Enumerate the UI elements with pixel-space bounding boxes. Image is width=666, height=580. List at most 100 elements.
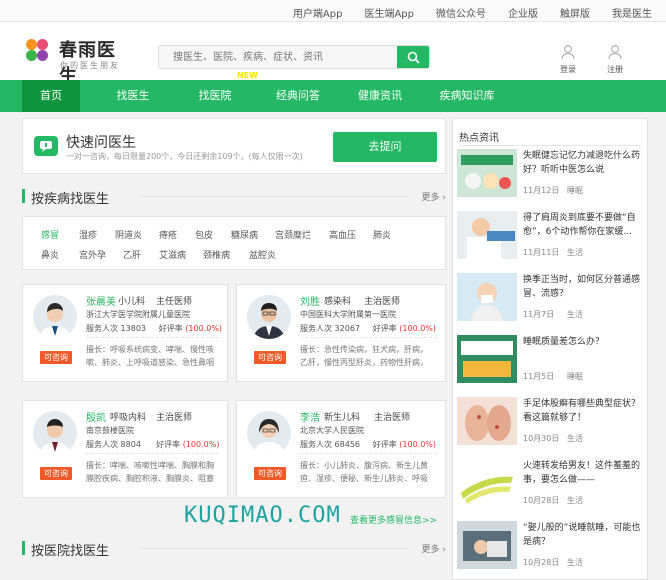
doctor-hospital: 南京鼓楼医院 bbox=[86, 426, 134, 435]
section-title: 按医院找医生 bbox=[31, 544, 110, 559]
rate-label: 好评率 bbox=[372, 440, 397, 449]
disease-tag[interactable]: 肺炎 bbox=[373, 228, 391, 241]
news-item[interactable]: 换季正当时，如何区分普通感冒、流感？ 11月7日 生活 bbox=[457, 273, 645, 331]
disease-tag[interactable]: 感冒 bbox=[41, 228, 59, 241]
disease-tag[interactable]: 乙肝 bbox=[123, 248, 141, 261]
news-category: 睡眠 bbox=[567, 372, 583, 381]
disease-tag[interactable]: 艾滋病 bbox=[159, 248, 186, 261]
disease-tag[interactable]: 包皮 bbox=[195, 228, 213, 241]
disease-tag[interactable]: 阴道炎 bbox=[115, 228, 142, 241]
news-item[interactable]: 得了肩周炎到底要不要做“自愈”，6个动作帮你在家缓... 11月11日 生活 bbox=[457, 211, 645, 269]
rate-label: 好评率 bbox=[372, 324, 397, 333]
news-category: 生活 bbox=[567, 248, 583, 257]
doctor-card[interactable]: 可咨询 刘胜 感染科 主治医师 中国医科大学附属第一医院 服务人次 32067 … bbox=[236, 284, 446, 382]
chevron-right-icon: › bbox=[442, 193, 446, 203]
disease-tag[interactable]: 宫外孕 bbox=[79, 248, 106, 261]
section-divider bbox=[140, 548, 410, 549]
logo-slogan: 你的医生朋友 bbox=[60, 61, 120, 70]
disease-tag[interactable]: 宫颈糜烂 bbox=[275, 228, 311, 241]
doctor-stats: 服务人次 32067 好评率 (100.0%) bbox=[300, 323, 436, 334]
doctor-avatar bbox=[33, 411, 77, 455]
news-date: 10月28日 bbox=[523, 496, 560, 505]
news-date: 10月30日 bbox=[523, 434, 560, 443]
nav-qa[interactable]: 经典问答 bbox=[264, 80, 332, 112]
rate-label: 好评率 bbox=[156, 440, 181, 449]
card-divider bbox=[300, 337, 437, 338]
disease-tag[interactable]: 盆腔炎 bbox=[249, 248, 276, 261]
disease-tag[interactable]: 痔疮 bbox=[159, 228, 177, 241]
rate-value: (100.0%) bbox=[399, 440, 437, 449]
news-item[interactable]: 手足体股癣有哪些典型症状？看这篇就够了！ 10月30日 生活 bbox=[457, 397, 645, 455]
news-date: 11月12日 bbox=[523, 186, 560, 195]
ask-button[interactable]: 去提问 bbox=[333, 132, 437, 162]
doctor-name[interactable]: 殷凯 bbox=[86, 409, 106, 424]
site-logo[interactable]: 春雨医生 你的医生朋友 bbox=[26, 36, 120, 87]
nav-health-news[interactable]: 健康资讯 bbox=[346, 80, 414, 112]
news-item[interactable]: 失眠健忘记忆力减退吃什么药好？听听中医怎么说 11月12日 睡眠 bbox=[457, 149, 645, 207]
nav-find-hospital[interactable]: 找医院 NEW bbox=[186, 71, 259, 112]
card-divider bbox=[86, 337, 219, 338]
served-label: 服务人次 bbox=[86, 440, 118, 449]
served-count: 13803 bbox=[120, 324, 146, 333]
login-button[interactable]: 登录 bbox=[553, 44, 583, 75]
hospital-more-link[interactable]: 更多 › bbox=[422, 542, 447, 555]
more-doctors-link[interactable]: 查看更多感冒信息>> bbox=[350, 513, 437, 526]
disease-tag[interactable]: 糖尿病 bbox=[231, 228, 258, 241]
doctor-avatar bbox=[33, 295, 77, 339]
top-link-mobile[interactable]: 触屏版 bbox=[560, 5, 590, 20]
doctor-stats: 服务人次 68456 好评率 (100.0%) bbox=[300, 439, 436, 450]
news-date: 11月11日 bbox=[523, 248, 560, 257]
chat-icon bbox=[34, 136, 58, 156]
news-item[interactable]: 火速转发给男友！这件羞羞的事，要怎么做—— 10月28日 生活 bbox=[457, 459, 645, 517]
disease-more-link[interactable]: 更多 › bbox=[422, 190, 447, 203]
news-thumbnail bbox=[457, 521, 517, 569]
news-title: 得了肩周炎到底要不要做“自愈”，6个动作帮你在家缓... bbox=[523, 213, 636, 237]
news-thumbnail bbox=[457, 211, 517, 259]
disease-tag[interactable]: 鼻炎 bbox=[41, 248, 59, 261]
quick-ask-panel: 快速问医生 一对一咨询，每日限量200个，今日还剩余109个。(每人仅限一次) … bbox=[22, 118, 446, 174]
news-thumbnail bbox=[457, 273, 517, 321]
rate-value: (100.0%) bbox=[182, 440, 220, 449]
doctor-skill: 擅长：小儿肺炎、腹泻病、新生儿黄疸、湿疹、便秘、新生儿肺炎、呼吸 bbox=[300, 461, 428, 483]
top-link-i-am-doctor[interactable]: 我是医生 bbox=[612, 5, 652, 20]
user-icon bbox=[561, 45, 575, 60]
nav-find-doctor[interactable]: 找医生 bbox=[104, 80, 162, 112]
consult-badge: 可咨询 bbox=[254, 467, 286, 480]
consult-badge: 可咨询 bbox=[40, 467, 72, 480]
served-label: 服务人次 bbox=[300, 440, 332, 449]
served-label: 服务人次 bbox=[300, 324, 332, 333]
rate-label: 好评率 bbox=[158, 324, 183, 333]
search-input[interactable] bbox=[159, 46, 389, 68]
disease-tag[interactable]: 颈椎病 bbox=[203, 248, 230, 261]
doctor-skill: 擅长：呼吸系统病变、哮喘、慢性咳嗽、肺炎、上呼吸道感染、急性鼻咽炎 bbox=[86, 345, 214, 367]
search-button[interactable] bbox=[397, 46, 429, 68]
register-button[interactable]: 注册 bbox=[600, 44, 630, 75]
served-count: 32067 bbox=[334, 324, 360, 333]
doctor-name[interactable]: 刘胜 bbox=[300, 293, 320, 308]
news-item[interactable]: 睡眠质量差怎么办？ 11月5日 睡眠 bbox=[457, 335, 645, 393]
quick-ask-title: 快速问医生 bbox=[66, 135, 136, 151]
register-label: 注册 bbox=[607, 65, 623, 74]
top-link-user-app[interactable]: 用户端App bbox=[293, 5, 343, 20]
doctor-card[interactable]: 可咨询 张晨美 小儿科 主任医师 浙江大学医学院附属儿童医院 服务人次 1380… bbox=[22, 284, 228, 382]
news-title: 手足体股癣有哪些典型症状？看这篇就够了！ bbox=[523, 399, 641, 423]
main-nav: 首页 找医生 找医院 NEW 经典问答 健康资讯 疾病知识库 bbox=[0, 71, 666, 112]
doctor-hospital: 浙江大学医学院附属儿童医院 bbox=[86, 310, 190, 319]
top-link-enterprise[interactable]: 企业版 bbox=[508, 5, 538, 20]
top-bar: 用户端App 医生端App 微信公众号 企业版 触屏版 我是医生 bbox=[0, 0, 666, 22]
rate-value: (100.0%) bbox=[185, 324, 223, 333]
news-title: 失眠健忘记忆力减退吃什么药好？听听中医怎么说 bbox=[523, 151, 641, 175]
news-category: 生活 bbox=[567, 310, 583, 319]
top-link-wechat[interactable]: 微信公众号 bbox=[436, 5, 486, 20]
disease-tag[interactable]: 湿疹 bbox=[79, 228, 97, 241]
news-item[interactable]: “娶儿般的”说睡就睡，可能也是病？ 10月28日 生活 bbox=[457, 521, 645, 579]
disease-tag[interactable]: 高血压 bbox=[329, 228, 356, 241]
nav-home[interactable]: 首页 bbox=[22, 80, 80, 112]
doctor-card[interactable]: 可咨询 殷凯 呼吸内科 主治医师 南京鼓楼医院 服务人次 8804 好评率 (1… bbox=[22, 400, 228, 498]
doctor-name[interactable]: 李浩 bbox=[300, 409, 320, 424]
doctor-card[interactable]: 可咨询 李浩 新生儿科 主治医师 北京大学人民医院 服务人次 68456 好评率… bbox=[236, 400, 446, 498]
nav-disease-library[interactable]: 疾病知识库 bbox=[428, 80, 506, 112]
top-link-doctor-app[interactable]: 医生端App bbox=[364, 5, 414, 20]
doctor-name[interactable]: 张晨美 bbox=[86, 293, 116, 308]
served-label: 服务人次 bbox=[86, 324, 118, 333]
